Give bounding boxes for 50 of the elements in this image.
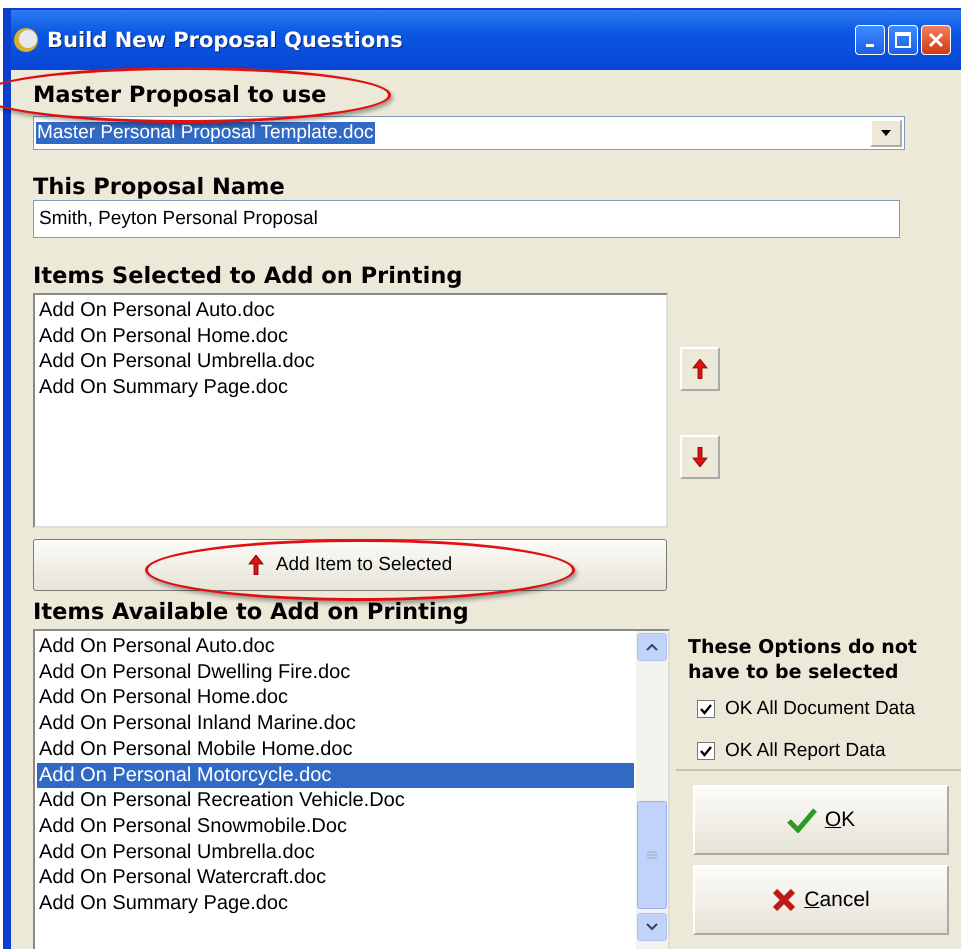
scroll-down-icon[interactable] — [637, 913, 667, 941]
add-item-button[interactable]: Add Item to Selected — [33, 539, 667, 591]
list-item[interactable]: Add On Personal Inland Marine.doc — [37, 711, 634, 737]
list-item[interactable]: Add On Personal Snowmobile.Doc — [37, 814, 634, 840]
minimize-icon — [866, 44, 874, 46]
list-item[interactable]: Add On Personal Umbrella.doc — [37, 349, 664, 376]
move-up-button[interactable] — [680, 347, 720, 391]
list-item[interactable]: Add On Summary Page.doc — [37, 891, 634, 917]
scrollbar[interactable] — [636, 631, 668, 949]
field-label: Master Proposal to use — [33, 82, 328, 108]
close-button[interactable] — [921, 25, 951, 55]
move-down-button[interactable] — [680, 435, 720, 479]
list-item[interactable]: Add On Personal Auto.doc — [37, 634, 634, 660]
cancel-button[interactable]: Cancel — [693, 865, 949, 935]
window-title: Build New Proposal Questions — [47, 28, 403, 52]
checkbox[interactable] — [697, 742, 715, 760]
scroll-up-icon[interactable] — [637, 633, 667, 661]
scroll-thumb[interactable] — [637, 801, 667, 909]
options-heading: These Options do not have to be selected — [688, 635, 918, 685]
ok-button[interactable]: OK — [693, 785, 949, 855]
list-label: Items Available to Add on Printing — [33, 599, 470, 625]
list-item[interactable]: Add On Summary Page.doc — [37, 375, 664, 401]
list-item[interactable]: Add On Personal Umbrella.doc — [37, 840, 634, 866]
list-item[interactable]: Add On Personal Recreation Vehicle.Doc — [37, 788, 634, 814]
list-item[interactable]: Add On Personal Dwelling Fire.doc — [37, 660, 634, 686]
app-icon — [13, 27, 39, 53]
checkbox[interactable] — [697, 700, 715, 718]
arrow-icon — [692, 447, 708, 467]
list-item[interactable]: Add On Personal Home.doc — [37, 685, 634, 712]
list-item[interactable]: Add On Personal Mobile Home.doc — [37, 736, 634, 763]
list-item[interactable]: Add On Personal Auto.doc — [37, 298, 664, 324]
list-item[interactable]: Add On Personal Watercraft.doc — [37, 865, 634, 892]
master-proposal-dropdown[interactable]: Master Personal Proposal Template.doc — [33, 116, 905, 150]
checkbox-label: OK All Document Data — [725, 698, 916, 720]
list-item[interactable]: Add On Personal Motorcycle.doc — [37, 762, 634, 788]
list-label: Items Selected to Add on Printing — [33, 263, 464, 289]
available-items-list[interactable] — [33, 629, 670, 949]
maximize-button[interactable] — [888, 25, 918, 55]
maximize-icon — [894, 31, 912, 49]
field-label: This Proposal Name — [33, 174, 286, 200]
proposal-name-field[interactable]: Smith, Peyton Personal Proposal — [33, 200, 900, 238]
checkbox-label: OK All Report Data — [725, 740, 886, 762]
close-icon — [927, 31, 945, 49]
check-icon — [786, 807, 817, 833]
selected-items-list[interactable]: Add On Personal Auto.doc Add On Personal Home.doc Add On Personal Umbrella.doc Add On Summary Page.doc — [33, 293, 668, 528]
cross-icon — [772, 888, 796, 912]
arrow-icon — [248, 555, 264, 575]
arrow-icon — [692, 359, 708, 379]
list-item[interactable]: Add On Personal Home.doc — [37, 324, 664, 350]
minimize-button[interactable] — [855, 25, 885, 55]
